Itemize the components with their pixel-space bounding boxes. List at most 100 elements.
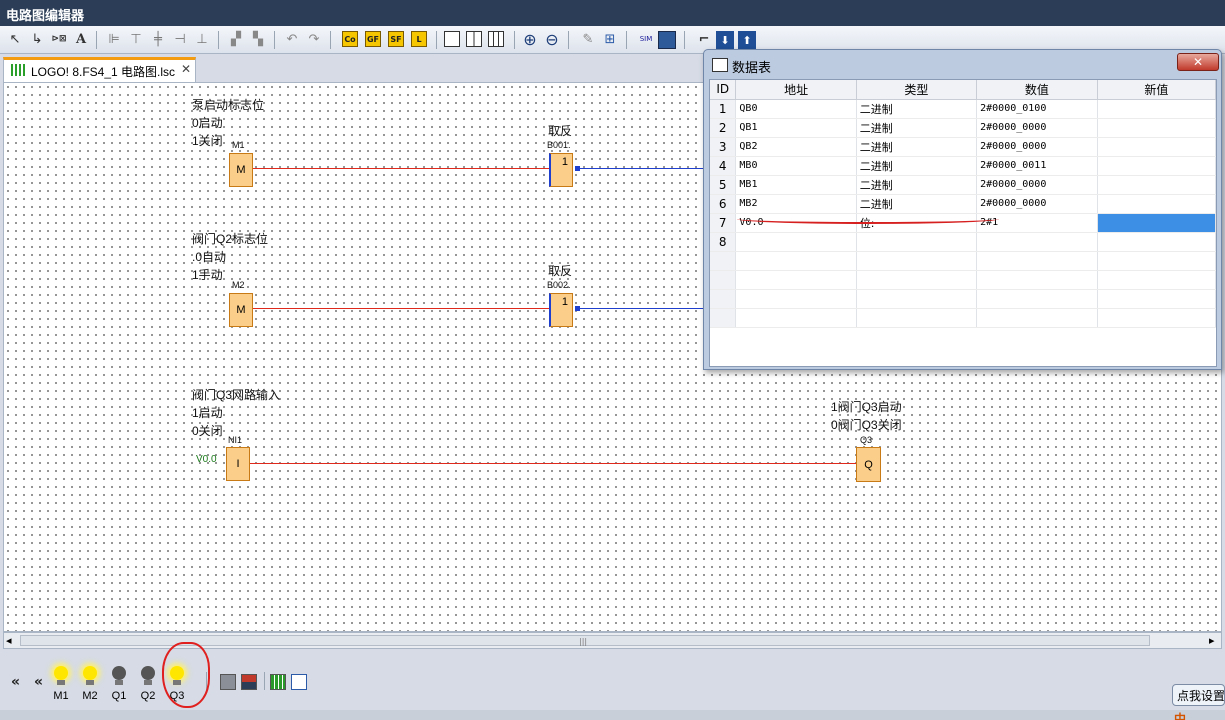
cell-new[interactable] [1097, 137, 1216, 157]
pen-icon[interactable]: ✎ [578, 29, 598, 49]
not-block1[interactable]: 1 [549, 153, 573, 187]
q3-comment-line2[interactable]: 0阀门Q3关闭 [831, 416, 902, 433]
tab-circuit[interactable]: LOGO! 8.FS4_1 电路图.lsc ✕ [3, 57, 196, 82]
close-button[interactable]: ✕ [1177, 53, 1219, 71]
rung2-comment-line3[interactable]: 1手动 [192, 266, 223, 283]
column-header[interactable]: 类型 [856, 80, 978, 100]
rung3-wire[interactable] [250, 463, 856, 464]
rung1-comment-line2[interactable]: 0启动 [192, 114, 223, 131]
align-middle-icon[interactable]: ⊣ [170, 29, 190, 49]
rung2-comment-title[interactable]: 阀门Q2标志位 [192, 230, 268, 247]
insert-block-icon[interactable]: ⊳⊠ [49, 29, 69, 49]
connect-tool-icon[interactable]: ↳ [27, 29, 47, 49]
column-header[interactable]: 数值 [976, 80, 1098, 100]
column-header[interactable]: ID [710, 80, 737, 100]
not-block1-title[interactable]: 取反 [548, 122, 572, 139]
rung1-comment-title[interactable]: 泵启动标志位 [192, 96, 264, 113]
special-functions-button[interactable]: SF [388, 31, 404, 47]
align-top-icon[interactable]: ⊤ [126, 29, 146, 49]
table-row[interactable]: 3 QB2 二进制 2#0000_0000 [710, 137, 1216, 157]
hint-bubble[interactable]: 点我设置 [1172, 684, 1225, 706]
cell-new[interactable] [1097, 213, 1216, 233]
table-row[interactable]: 5 MB1 二进制 2#0000_0000 [710, 175, 1216, 195]
rung3-comment-line2[interactable]: 1启动 [192, 404, 223, 421]
m1-flag-block[interactable]: M [229, 153, 253, 187]
online-test-icon[interactable] [658, 31, 676, 49]
single-view-icon[interactable] [444, 31, 460, 47]
align-center-icon[interactable]: ╪ [148, 29, 168, 49]
column-header[interactable]: 新值 [1097, 80, 1216, 100]
table-row[interactable]: 1 QB0 二进制 2#0000_0100 [710, 99, 1216, 119]
lamp-m1[interactable]: M1 [49, 664, 73, 708]
q3-output-block[interactable]: Q [856, 447, 881, 482]
status-bar [0, 710, 1225, 720]
table-row[interactable]: 4 MB0 二进制 2#0000_0011 [710, 156, 1216, 176]
cell-new[interactable] [1097, 156, 1216, 176]
empty-cell [976, 308, 1098, 328]
scroll-left-icon[interactable]: ◂ [6, 634, 12, 647]
table-row[interactable]: 8 [710, 232, 1216, 252]
rung2-wire-out[interactable] [580, 308, 704, 309]
not-block2-title[interactable]: 取反 [548, 262, 572, 279]
select-tool-icon[interactable]: ↖ [5, 29, 25, 49]
download-icon[interactable]: ⬇ [716, 31, 734, 49]
m2-flag-block[interactable]: M [229, 293, 253, 327]
rung2-comment-line2[interactable]: .0自动 [192, 248, 226, 265]
align-bottom-icon[interactable]: ⊥ [192, 29, 212, 49]
tab-close-icon[interactable]: ✕ [181, 62, 191, 76]
group-icon[interactable]: ▞ [226, 29, 246, 49]
rung3-comment-title[interactable]: 阀门Q3网路输入 [192, 386, 280, 403]
rung3-comment-line3[interactable]: 0关闭 [192, 422, 223, 439]
rung1-wire-out[interactable] [580, 168, 704, 169]
constants-button[interactable]: Co [342, 31, 358, 47]
rung1-comment-line3[interactable]: 1关闭 [192, 132, 223, 149]
zoom-in-icon[interactable]: ⊕ [520, 29, 540, 49]
lamp-label: Q2 [140, 690, 156, 702]
circuit-file-icon [11, 64, 27, 76]
empty-cell [856, 251, 978, 271]
ni1-network-input-block[interactable]: I [226, 447, 250, 481]
network-io-icon[interactable] [241, 674, 257, 690]
variable-table-icon[interactable] [270, 674, 286, 690]
simulation-icon[interactable]: SIM [636, 29, 656, 49]
power-supply-icon[interactable] [220, 674, 236, 690]
basic-functions-button[interactable]: GF [365, 31, 381, 47]
data-table-window[interactable]: 数据表 ✕ ID 地址 类型 数值 新值 1 QB0 二进制 2#0000_0100 2 QB1 二… [703, 49, 1222, 370]
cell-new[interactable] [1097, 232, 1216, 252]
library-button[interactable]: L [411, 31, 427, 47]
scroll-right-icon[interactable]: ▸ [1209, 634, 1215, 647]
table-row[interactable]: 6 MB2 二进制 2#0000_0000 [710, 194, 1216, 214]
grid-icon[interactable]: ⊞ [600, 29, 620, 49]
not-block2[interactable]: 1 [549, 293, 573, 327]
cell-value: 2#0000_0000 [976, 137, 1098, 157]
undo-icon[interactable]: ↶ [282, 29, 302, 49]
collapse-icon-2[interactable]: « [34, 674, 43, 690]
collapse-icon[interactable]: « [11, 674, 20, 690]
column-header[interactable]: 地址 [735, 80, 857, 100]
cell-new[interactable] [1097, 118, 1216, 138]
lamp-m2[interactable]: M2 [78, 664, 102, 708]
split-view-icon[interactable] [466, 31, 482, 47]
lamp-q1[interactable]: Q1 [107, 664, 131, 708]
rung1-wire-in[interactable] [253, 168, 549, 169]
lamp-q2[interactable]: Q2 [136, 664, 160, 708]
align-left-icon[interactable]: ⊫ [104, 29, 124, 49]
triple-view-icon[interactable] [488, 31, 504, 47]
data-table-icon[interactable] [291, 674, 307, 690]
cell-new[interactable] [1097, 194, 1216, 214]
input-method-indicator[interactable]: 中 [1174, 710, 1224, 720]
cell-type: 二进制 [856, 118, 978, 138]
text-tool-icon[interactable]: A [71, 29, 91, 49]
ungroup-icon[interactable]: ▚ [248, 29, 268, 49]
q3-comment-line1[interactable]: 1阀门Q3启动 [831, 398, 902, 415]
table-row[interactable]: 2 QB1 二进制 2#0000_0000 [710, 118, 1216, 138]
cell-type: 二进制 [856, 194, 978, 214]
lamp-label: M1 [53, 690, 69, 702]
rung2-wire-in[interactable] [253, 308, 549, 309]
cell-new[interactable] [1097, 175, 1216, 195]
cell-new[interactable] [1097, 99, 1216, 119]
zoom-out-icon[interactable]: ⊖ [542, 29, 562, 49]
redo-icon[interactable]: ↷ [304, 29, 324, 49]
connector-icon[interactable]: ⌐ [694, 29, 714, 49]
upload-icon[interactable]: ⬆ [738, 31, 756, 49]
